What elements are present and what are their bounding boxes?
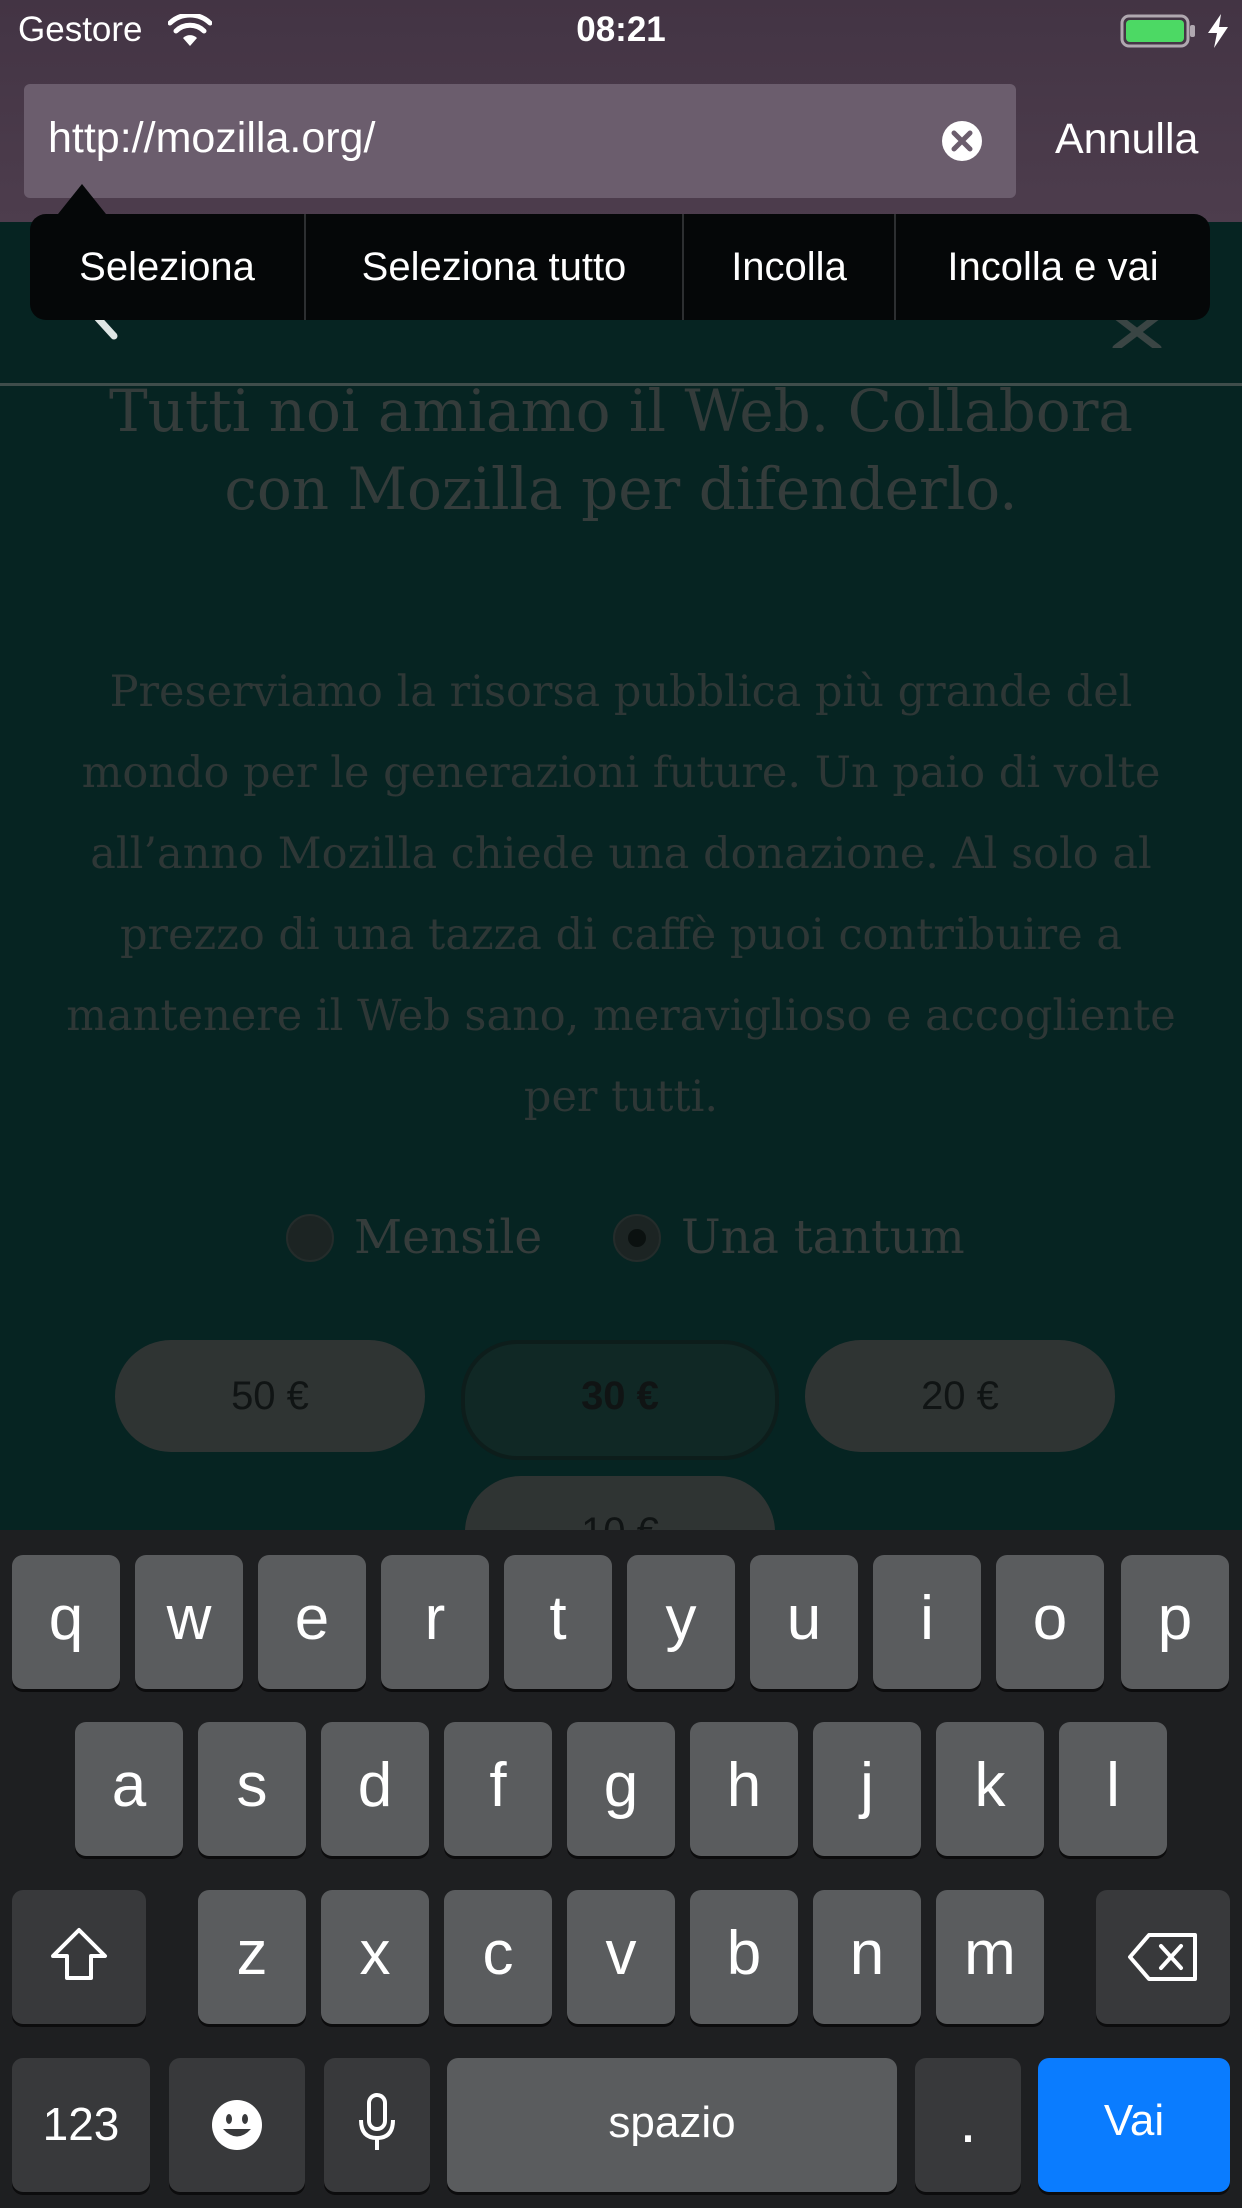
menu-item-paste-and-go[interactable]: Incolla e vai [896,214,1210,320]
key-b[interactable]: b [690,1890,798,2024]
go-key[interactable]: Vai [1038,2058,1230,2192]
key-h[interactable]: h [690,1722,798,1856]
dictation-key[interactable] [324,2058,430,2192]
url-input[interactable]: http://mozilla.org/ [24,84,1016,198]
menu-item-paste[interactable]: Incolla [684,214,894,320]
menu-item-select[interactable]: Seleziona [30,214,304,320]
page-body-text: Preserviamo la risorsa pubblica più gran… [66,667,1176,1122]
key-q[interactable]: q [12,1555,120,1689]
amount-10-button[interactable]: 10 € [465,1476,775,1530]
amount-20-button[interactable]: 20 € [805,1340,1115,1452]
url-text[interactable]: http://mozilla.org/ [48,114,375,163]
key-l[interactable]: l [1059,1722,1167,1856]
menu-pointer [58,184,106,214]
edit-context-menu: Seleziona Seleziona tutto Incolla Incoll… [30,214,1210,320]
key-t[interactable]: t [504,1555,612,1689]
key-w[interactable]: w [135,1555,243,1689]
radio-button-selected[interactable] [613,1214,661,1262]
key-g[interactable]: g [567,1722,675,1856]
battery-icon [1120,14,1195,48]
emoji-key[interactable] [169,2058,305,2192]
key-y[interactable]: y [627,1555,735,1689]
key-d[interactable]: d [321,1722,429,1856]
key-s[interactable]: s [198,1722,306,1856]
shift-icon [51,1928,107,1980]
keyboard: q w e r t y u i o p a s d f g h j k l z … [0,1530,1242,2208]
clear-icon[interactable] [940,119,984,163]
microphone-icon [359,2093,395,2150]
key-i[interactable]: i [873,1555,981,1689]
key-e[interactable]: e [258,1555,366,1689]
shift-key[interactable] [12,1890,146,2024]
charging-icon [1208,14,1228,48]
key-p[interactable]: p [1121,1555,1229,1689]
key-x[interactable]: x [321,1890,429,2024]
period-key[interactable]: . [915,2058,1021,2192]
backspace-icon [1128,1933,1197,1981]
page-title: Tutti noi amiamo il Web. Collabora con M… [108,377,1134,523]
emoji-icon [212,2100,262,2150]
amount-50-button[interactable]: 50 € [115,1340,425,1452]
numbers-key[interactable]: 123 [12,2058,150,2192]
clock: 08:21 [576,10,666,49]
space-key[interactable]: spazio [447,2058,897,2192]
top-bar: Gestore 08:21 http://mozilla.org/ Annull… [0,0,1242,222]
amount-30-button[interactable]: 30 € [461,1340,779,1460]
radio-label: Mensile [354,1210,543,1265]
delete-key[interactable] [1096,1890,1230,2024]
key-o[interactable]: o [996,1555,1104,1689]
radio-label: Una tantum [681,1210,965,1265]
key-n[interactable]: n [813,1890,921,2024]
key-u[interactable]: u [750,1555,858,1689]
key-k[interactable]: k [936,1722,1044,1856]
menu-item-select-all[interactable]: Seleziona tutto [306,214,682,320]
key-r[interactable]: r [381,1555,489,1689]
key-m[interactable]: m [936,1890,1044,2024]
key-a[interactable]: a [75,1722,183,1856]
key-z[interactable]: z [198,1890,306,2024]
key-v[interactable]: v [567,1890,675,2024]
key-c[interactable]: c [444,1890,552,2024]
key-j[interactable]: j [813,1722,921,1856]
radio-button[interactable] [286,1214,334,1262]
key-f[interactable]: f [444,1722,552,1856]
cancel-button[interactable]: Annulla [1055,115,1198,164]
web-page: Tutti noi amiamo il Web. Collabora con M… [0,222,1242,1530]
